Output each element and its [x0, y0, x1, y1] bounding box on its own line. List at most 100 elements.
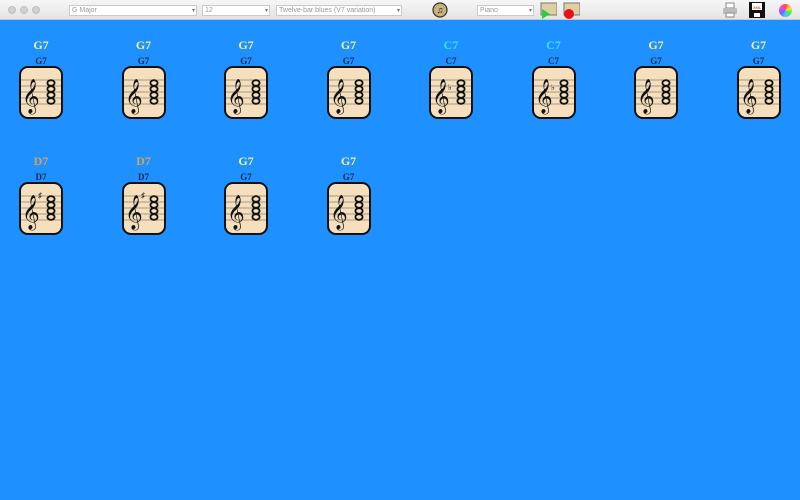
note-head — [251, 195, 261, 203]
treble-clef-icon: 𝄞 — [330, 195, 348, 231]
note-head — [558, 79, 568, 87]
note-head — [661, 79, 671, 87]
staff-notation: 𝄞 — [226, 79, 266, 115]
staff-notation: 𝄞 ♯ — [123, 191, 164, 231]
title-bar: G Major ▾ 12 ▾ Twelve-bar blues (V7 variat… — [0, 0, 800, 20]
key-select[interactable]: G Major ▾ — [69, 5, 197, 16]
chord-item[interactable]: C7 C7 𝄞 ♭ — [406, 38, 496, 119]
chevron-down-icon: ▾ — [191, 8, 195, 14]
chord-name: G7 — [33, 38, 49, 52]
close-window-button[interactable] — [8, 6, 16, 14]
note-head — [148, 213, 158, 221]
chord-notation-card[interactable]: 𝄞 — [19, 66, 63, 119]
staff-notation: 𝄞 — [738, 79, 779, 115]
chord-name: G7 — [238, 38, 254, 52]
chord-notation-card[interactable]: 𝄞 ♯ — [121, 182, 166, 235]
treble-clef-icon: 𝄞 — [22, 195, 40, 231]
note-head — [353, 207, 363, 215]
save-xml-icon[interactable]: XML — [748, 2, 765, 18]
instrument-select-value: Piano — [480, 7, 498, 14]
note-head — [148, 201, 158, 209]
chord-notation-card[interactable]: 𝄞 — [326, 182, 371, 235]
note-head — [353, 201, 363, 209]
accidental-icon: ♯ — [141, 191, 145, 200]
chord-item[interactable]: D7 D7 𝄞 ♯ — [99, 154, 189, 235]
chord-name: G7 — [340, 38, 357, 52]
treble-clef-icon: 𝄞 — [125, 195, 143, 231]
note-head — [148, 97, 158, 105]
note-head — [46, 201, 56, 209]
note-head — [148, 207, 158, 215]
note-head — [763, 79, 773, 87]
staff-notation: 𝄞 — [123, 79, 164, 115]
treble-clef-icon: 𝄞 — [330, 79, 348, 115]
note-head — [148, 79, 158, 87]
note-head — [251, 201, 261, 209]
chord-item[interactable]: D7 D7 𝄞 ♯ — [0, 154, 86, 235]
note-head — [46, 79, 56, 87]
note-head — [558, 97, 568, 105]
chord-notation-card[interactable]: 𝄞 ♭ — [429, 66, 473, 119]
chord-notation-card[interactable]: 𝄞 — [326, 66, 371, 119]
note-head — [148, 91, 158, 99]
note-head — [251, 97, 261, 105]
note-head — [353, 195, 363, 203]
note-head — [558, 91, 568, 99]
note-head — [46, 97, 56, 105]
chord-notation-card[interactable]: 𝄞 — [121, 66, 166, 119]
note-head — [251, 91, 261, 99]
chord-item[interactable]: G7 G7 𝄞 — [714, 38, 800, 119]
chord-item[interactable]: G7 G7 𝄞 — [0, 38, 86, 119]
chord-notation-card[interactable]: 𝄞 ♭ — [531, 66, 576, 119]
note-head — [251, 207, 261, 215]
chord-item[interactable]: C7 C7 𝄞 ♭ — [509, 38, 599, 119]
chord-name: G7 — [238, 154, 254, 168]
accidental-icon: ♭ — [551, 83, 555, 92]
chord-notation-card[interactable]: 𝄞 — [634, 66, 678, 119]
chord-item[interactable]: G7 G7 𝄞 — [99, 38, 189, 119]
note-head — [456, 97, 466, 105]
chord-item[interactable]: G7 G7 𝄞 — [304, 38, 394, 119]
note-head — [251, 85, 261, 93]
print-icon[interactable] — [721, 2, 738, 18]
note-head — [251, 79, 261, 87]
record-sheet-icon[interactable] — [563, 2, 580, 19]
zoom-window-button[interactable] — [32, 6, 40, 14]
chord-item[interactable]: G7 G7 𝄞 — [304, 154, 394, 235]
chord-notation-card[interactable]: 𝄞 ♯ — [19, 182, 63, 235]
progression-select[interactable]: Twelve-bar blues (V7 variation) ▾ — [276, 5, 402, 16]
chord-item[interactable]: G7 G7 𝄞 — [201, 154, 291, 235]
note-head — [456, 79, 466, 87]
play-sheet-icon[interactable] — [540, 2, 557, 19]
chord-name: C7 — [546, 38, 561, 52]
chord-notation-card[interactable]: 𝄞 — [736, 66, 781, 119]
instrument-select[interactable]: Piano ▾ — [477, 5, 534, 16]
staff-notation: 𝄞 — [328, 79, 369, 115]
treble-clef-icon: 𝄞 — [227, 195, 245, 231]
chord-item[interactable]: G7 G7 𝄞 — [611, 38, 701, 119]
staff-notation: 𝄞 ♭ — [533, 79, 574, 115]
note-head — [661, 85, 671, 93]
note-head — [763, 91, 773, 99]
note-head — [353, 213, 363, 221]
treble-clef-icon: 𝄞 — [227, 79, 245, 115]
note-head — [763, 85, 773, 93]
add-music-icon[interactable]: ♫ — [431, 2, 448, 18]
note-head — [353, 97, 363, 105]
minimize-window-button[interactable] — [20, 6, 28, 14]
chord-name: G7 — [750, 38, 767, 52]
note-head — [46, 213, 56, 221]
note-head — [46, 195, 56, 203]
treble-clef-icon: 𝄞 — [740, 79, 758, 115]
note-head — [558, 85, 568, 93]
color-wheel-icon[interactable] — [777, 2, 794, 18]
note-head — [456, 85, 466, 93]
chord-notation-card[interactable]: 𝄞 — [224, 66, 268, 119]
progression-select-value: Twelve-bar blues (V7 variation) — [279, 7, 376, 14]
chord-name: G7 — [648, 38, 664, 52]
staff-notation: 𝄞 ♭ — [431, 79, 471, 115]
chord-notation-card[interactable]: 𝄞 — [224, 182, 268, 235]
chord-item[interactable]: G7 G7 𝄞 — [201, 38, 291, 119]
note-head — [763, 97, 773, 105]
bars-select[interactable]: 12 ▾ — [202, 5, 270, 16]
